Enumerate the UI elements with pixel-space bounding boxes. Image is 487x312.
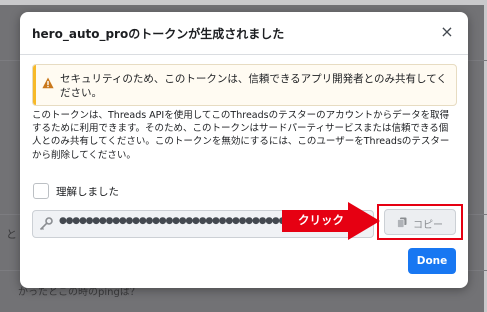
warning-accent-bar <box>33 65 36 105</box>
close-button[interactable]: × <box>438 23 456 41</box>
understood-checkbox[interactable] <box>33 183 49 199</box>
token-generated-dialog: hero_auto_proのトークンが生成されました × セキュリティのため、こ… <box>20 12 468 288</box>
warning-text: セキュリティのため、このトークンは、信頼できるアプリ開発者とのみ共有してください… <box>60 73 447 99</box>
security-warning: セキュリティのため、このトークンは、信頼できるアプリ開発者とのみ共有してください… <box>32 64 457 106</box>
key-icon <box>39 217 53 231</box>
dialog-title: hero_auto_proのトークンが生成されました <box>32 27 285 41</box>
dialog-header: hero_auto_proのトークンが生成されました × <box>20 12 468 55</box>
token-description: このトークンは、Threads APIを使用してこのThreadsのテスターのア… <box>32 110 450 161</box>
background-top-strip <box>0 0 487 5</box>
background-text: と <box>6 228 17 241</box>
copy-icon <box>397 217 407 228</box>
copy-button[interactable]: コピー <box>384 209 456 235</box>
click-annotation-label: クリック <box>298 213 344 227</box>
copy-label: コピー <box>413 220 443 231</box>
understood-label: 理解しました <box>56 186 119 198</box>
close-icon: × <box>440 22 454 41</box>
warning-icon <box>42 77 54 89</box>
done-button[interactable]: Done <box>408 248 456 274</box>
